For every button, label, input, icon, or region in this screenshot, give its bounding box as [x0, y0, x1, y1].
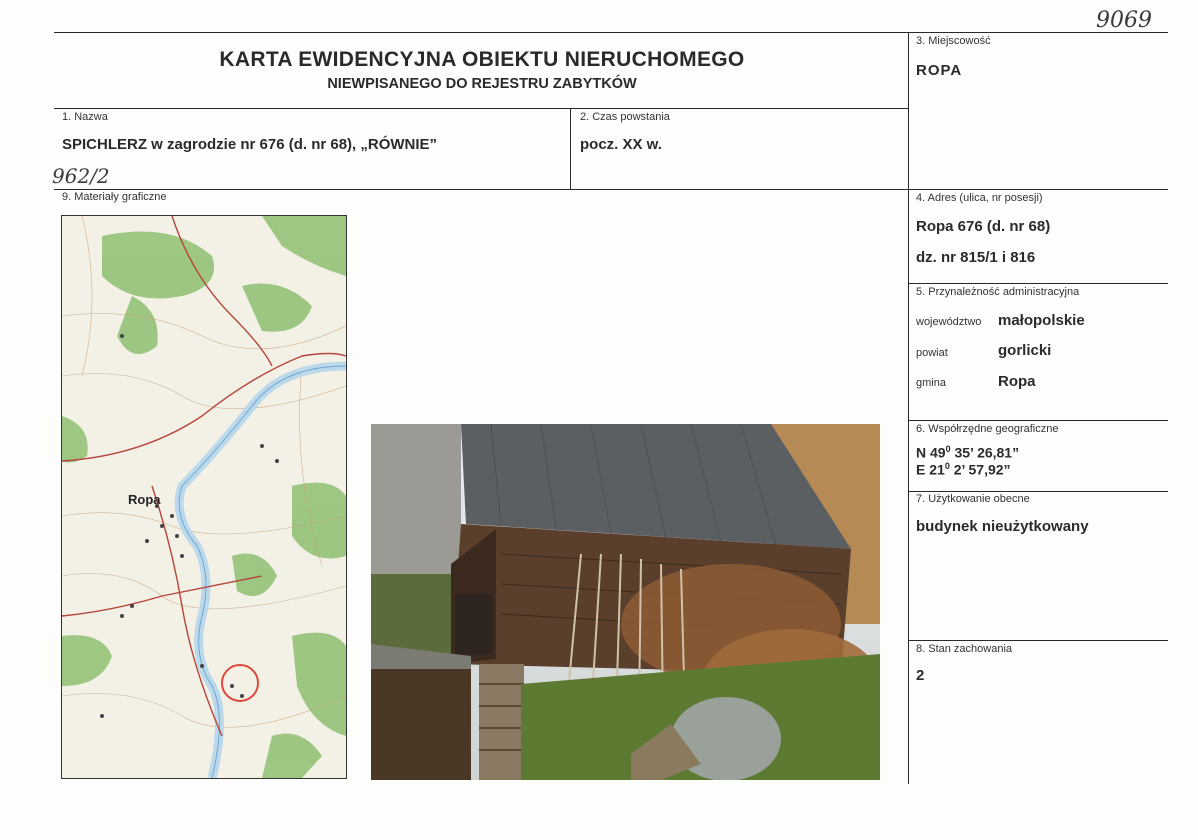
graphics-label: 9. Materiały graficzne: [62, 191, 167, 203]
commune-value: Ropa: [998, 373, 1036, 390]
period-value: pocz. XX w.: [580, 136, 662, 153]
card-subtitle: NIEWPISANEGO DO REJESTRU ZABYTKÓW: [327, 76, 637, 92]
map-drawing: [62, 216, 346, 778]
coords-north: N 490 35’ 26,81”: [916, 444, 1019, 461]
rule: [570, 108, 571, 189]
period-label: 2. Czas powstania: [580, 111, 670, 123]
condition-label: 8. Stan zachowania: [916, 643, 1013, 655]
address-line1: Ropa 676 (d. nr 68): [916, 218, 1051, 235]
rule: [54, 189, 1168, 190]
address-label: 4. Adres (ulica, nr posesji): [916, 192, 1043, 204]
coords-north-prefix: N 49: [916, 444, 946, 461]
voivodeship-value: małopolskie: [998, 312, 1085, 329]
rule: [908, 420, 1168, 421]
record-card: 9069 KARTA EWIDENCYJNA OBIEKTU NIERUCHOM…: [0, 0, 1198, 840]
inventory-number: 9069: [1096, 8, 1152, 33]
coords-east-rest: 2’ 57,92”: [949, 461, 1011, 478]
photo-drawing: [371, 424, 880, 780]
rule: [908, 32, 909, 784]
coords-east-prefix: E 21: [916, 461, 945, 478]
commune-label: gmina: [916, 377, 946, 389]
handwritten-ref: 962/2: [52, 164, 110, 188]
address-line2: dz. nr 815/1 i 816: [916, 249, 1036, 266]
map-town-label: Ropa: [128, 492, 161, 507]
rule: [908, 640, 1168, 641]
usage-label: 7. Użytkowanie obecne: [916, 493, 1030, 505]
rule: [54, 108, 908, 109]
usage-value: budynek nieużytkowany: [916, 518, 1089, 535]
coords-east: E 210 2’ 57,92”: [916, 461, 1011, 478]
coords-north-rest: 35’ 26,81”: [950, 444, 1020, 461]
granary-photo: [371, 424, 880, 780]
admin-label: 5. Przynależność administracyjna: [916, 286, 1080, 298]
condition-value: 2: [916, 667, 925, 684]
name-value: SPICHLERZ w zagrodzie nr 676 (d. nr 68),…: [62, 136, 438, 153]
name-label: 1. Nazwa: [62, 111, 108, 123]
topographic-map: Ropa: [61, 215, 347, 779]
card-title: KARTA EWIDENCYJNA OBIEKTU NIERUCHOMEGO: [219, 48, 745, 71]
rule: [54, 32, 1168, 33]
coords-label: 6. Współrzędne geograficzne: [916, 423, 1059, 435]
rule: [908, 491, 1168, 492]
county-value: gorlicki: [998, 342, 1052, 359]
locality-label: 3. Miejscowość: [916, 35, 991, 47]
voivodeship-label: województwo: [916, 316, 982, 328]
locality-value: ROPA: [916, 62, 963, 79]
rule: [908, 283, 1168, 284]
county-label: powiat: [916, 347, 948, 359]
